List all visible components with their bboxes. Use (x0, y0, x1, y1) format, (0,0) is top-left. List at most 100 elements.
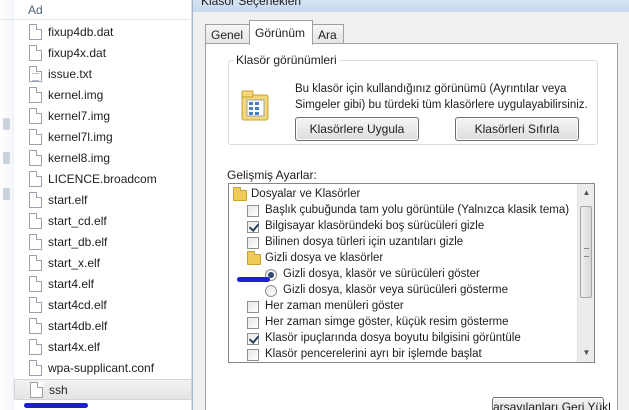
settings-category: Dosyalar ve Klasörler (229, 187, 579, 203)
scroll-thumb[interactable] (580, 206, 592, 298)
file-icon (29, 87, 42, 103)
scroll-down-arrow-icon[interactable]: ▼ (579, 345, 594, 360)
file-icon (29, 339, 42, 355)
file-row[interactable]: start_db.elf (14, 232, 192, 253)
file-row[interactable]: start4.elf (14, 274, 192, 295)
file-row[interactable]: fixup4db.dat (14, 22, 192, 43)
file-name: start4db.elf (48, 319, 108, 333)
folder-views-group: Klasör görünümleri Bu klasör için kullan… (228, 53, 598, 145)
gutter-scroll-mark (3, 152, 10, 164)
setting-label: Gizli dosya, klasör ve sürücüleri göster (283, 268, 480, 280)
setting-label: Her zaman simge göster, küçük resim göst… (265, 316, 509, 328)
file-name: LICENCE.broadcom (48, 172, 157, 186)
file-name: kernel.img (48, 88, 104, 102)
folder-views-description: Bu klasör için kullandığınız görünümü (A… (295, 83, 588, 111)
tab-search[interactable]: Ara (312, 24, 344, 44)
setting-label: Klasör ipuçlarında dosya boyutu bilgisin… (265, 332, 521, 344)
checkbox[interactable] (247, 349, 259, 361)
view-tab-panel: Klasör görünümleri Bu klasör için kullan… (205, 43, 618, 410)
file-icon (29, 171, 42, 187)
file-icon (29, 297, 42, 313)
file-row[interactable]: LICENCE.broadcom (14, 169, 192, 190)
advanced-settings-list[interactable]: Dosyalar ve Klasörler Başlık çubuğunda ta… (228, 183, 595, 363)
file-row[interactable]: fixup4x.dat (14, 43, 192, 64)
navigation-pane-edge (0, 0, 14, 410)
annotation-underline-show-hidden (237, 277, 270, 282)
text-file-icon (29, 66, 42, 82)
gutter-scroll-mark (3, 118, 10, 130)
setting-radio-row[interactable]: Gizli dosya, klasör veya sürücüleri göst… (229, 283, 579, 299)
advanced-settings-scrollbar[interactable]: ▲ ▼ (577, 184, 594, 362)
file-row[interactable]: kernel8.img (14, 148, 192, 169)
folder-icon (233, 187, 247, 201)
setting-checkbox-row[interactable]: Klasör ipuçlarında dosya boyutu bilgisin… (229, 331, 579, 347)
file-icon (29, 318, 42, 334)
file-icon (29, 213, 42, 229)
checkbox[interactable] (247, 317, 259, 329)
file-name: start_cd.elf (48, 214, 107, 228)
dialog-title: Klasör Seçenekleri (201, 0, 302, 8)
apply-to-folders-button[interactable]: Klasörlere Uygula (295, 117, 419, 141)
radio-button[interactable] (265, 285, 277, 297)
setting-checkbox-row[interactable]: Klasör pencerelerini ayrı bir işlemde ba… (229, 347, 579, 362)
file-icon (29, 129, 42, 145)
file-row[interactable]: wpa-supplicant.conf (14, 358, 192, 379)
file-name: start.elf (48, 193, 88, 207)
file-name: kernel8.img (48, 151, 111, 165)
checkbox[interactable] (247, 301, 259, 313)
restore-defaults-button[interactable]: arsayılanları Geri Yükl (492, 397, 611, 410)
file-name: kernel7.img (48, 109, 111, 123)
tab-general[interactable]: Genel (205, 24, 250, 44)
setting-label: Gizli dosya ve klasörler (265, 252, 384, 264)
setting-label: Klasör pencerelerini ayrı bir işlemde ba… (265, 348, 482, 360)
dialog-title-bar[interactable]: Klasör Seçenekleri (193, 0, 629, 12)
file-name: wpa-supplicant.conf (48, 361, 155, 375)
setting-checkbox-row[interactable]: Başlık çubuğunda tam yolu görüntüle (Yal… (229, 203, 579, 219)
file-name: start4.elf (48, 277, 95, 291)
dialog-body: Genel Görünüm Ara Klasör görünümleri Bu … (199, 12, 624, 410)
setting-radio-row[interactable]: Gizli dosya, klasör ve sürücüleri göster (229, 267, 579, 283)
file-name: start4cd.elf (48, 298, 107, 312)
checkbox[interactable] (247, 237, 259, 249)
scroll-up-arrow-icon[interactable]: ▲ (579, 185, 594, 200)
file-icon (29, 45, 42, 61)
file-icon (30, 382, 43, 398)
file-row[interactable]: start4cd.elf (14, 295, 192, 316)
file-row[interactable]: start_x.elf (14, 253, 192, 274)
folder-icon (247, 251, 261, 265)
name-column-header[interactable]: Ad (0, 0, 192, 20)
file-row[interactable]: issue.txt (14, 64, 192, 85)
file-row[interactable]: start4x.elf (14, 337, 192, 358)
checkbox[interactable] (247, 205, 259, 217)
file-row-selected[interactable]: ssh (14, 379, 192, 400)
file-row[interactable]: start.elf (14, 190, 192, 211)
setting-checkbox-row[interactable]: Bilinen dosya türleri için uzantıları gi… (229, 235, 579, 251)
file-row[interactable]: kernel7l.img (14, 127, 192, 148)
name-column-header-label: Ad (28, 3, 43, 17)
checkbox-checked[interactable] (247, 333, 259, 345)
file-name: issue.txt (48, 67, 93, 81)
settings-category: Gizli dosya ve klasörler (229, 251, 579, 267)
setting-checkbox-row[interactable]: Her zaman simge göster, küçük resim göst… (229, 315, 579, 331)
setting-label: Her zaman menüleri göster (265, 300, 404, 312)
annotation-underline-ssh (24, 403, 88, 408)
folder-views-icon (241, 90, 269, 121)
file-icon (29, 150, 42, 166)
file-name: fixup4db.dat (48, 25, 114, 39)
file-row[interactable]: start4db.elf (14, 316, 192, 337)
file-row[interactable]: start_cd.elf (14, 211, 192, 232)
folder-options-dialog: Klasör Seçenekleri Genel Görünüm Ara Kla… (192, 0, 629, 410)
setting-checkbox-row[interactable]: Bilgisayar klasöründeki boş sürücüleri g… (229, 219, 579, 235)
file-name: start_x.elf (48, 256, 101, 270)
checkbox-checked[interactable] (247, 221, 259, 233)
setting-label: Gizli dosya, klasör veya sürücüleri göst… (283, 284, 508, 296)
file-row[interactable]: kernel7.img (14, 106, 192, 127)
file-icon (29, 360, 42, 376)
file-icon (29, 255, 42, 271)
tab-view[interactable]: Görünüm (249, 20, 313, 45)
file-row[interactable]: kernel.img (14, 85, 192, 106)
file-name: ssh (49, 383, 68, 397)
reset-folders-button[interactable]: Klasörleri Sıfırla (455, 117, 579, 141)
folder-views-group-label: Klasör görünümleri (234, 53, 339, 67)
setting-checkbox-row[interactable]: Her zaman menüleri göster (229, 299, 579, 315)
